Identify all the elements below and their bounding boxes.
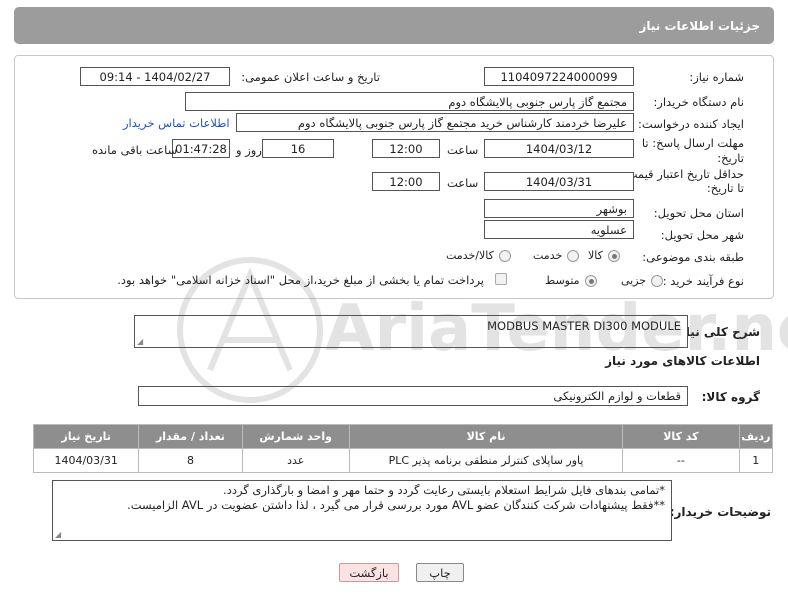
description-textarea[interactable]: MODBUS MASTER DI300 MODULE ◢ bbox=[134, 315, 688, 348]
category-option-goods[interactable]: کالا bbox=[588, 249, 620, 262]
purchase-minor-label: جزیی bbox=[621, 274, 647, 287]
buyer-notes-textarea[interactable]: *تمامی بندهای فایل شرایط استعلام بایستی … bbox=[52, 480, 672, 541]
category-label: طبقه بندی موضوعی: bbox=[642, 250, 744, 264]
purchase-minor-radio[interactable] bbox=[651, 274, 664, 287]
col-header-row: ردیف bbox=[738, 424, 774, 449]
col-header-unit: واحد شمارش bbox=[241, 424, 350, 449]
remaining-time-field[interactable]: 01:47:28 bbox=[172, 139, 230, 158]
category-service-label: خدمت bbox=[533, 249, 563, 262]
price-validity-date-field[interactable]: 1404/03/31 bbox=[484, 172, 634, 191]
delivery-province-label: استان محل تحویل: bbox=[653, 206, 744, 220]
cell-need-date: 1404/03/31 bbox=[32, 448, 140, 473]
cell-item-name: پاور ساپلای کنترلر منطقی برنامه پذیر PLC bbox=[348, 448, 624, 473]
announce-datetime-field[interactable]: 1404/02/27 - 09:14 bbox=[80, 67, 230, 86]
price-validity-time-field[interactable]: 12:00 bbox=[372, 172, 440, 191]
col-header-code: کد کالا bbox=[622, 424, 740, 449]
need-number-label: شماره نیاز: bbox=[689, 70, 744, 84]
table-row[interactable]: 1 -- پاور ساپلای کنترلر منطقی برنامه پذی… bbox=[32, 448, 774, 473]
buyer-contact-link[interactable]: اطلاعات تماس خریدار bbox=[123, 116, 230, 130]
reply-deadline-label-line2: تاریخ: bbox=[717, 151, 744, 165]
cell-row-number: 1 bbox=[738, 448, 774, 473]
items-table: ردیف کد کالا نام کالا واحد شمارش تعداد /… bbox=[32, 424, 774, 473]
reply-deadline-days-field[interactable]: 16 bbox=[262, 139, 334, 158]
buyer-notes-label: توضیحات خریدار: bbox=[669, 505, 771, 519]
description-text: MODBUS MASTER DI300 MODULE bbox=[487, 319, 681, 333]
requester-label: ایجاد کننده درخواست: bbox=[638, 117, 744, 131]
col-header-name: نام کالا bbox=[348, 424, 624, 449]
reply-deadline-time-label: ساعت bbox=[447, 143, 479, 157]
buyer-org-label: نام دستگاه خریدار: bbox=[653, 95, 744, 109]
purchase-option-minor[interactable]: جزیی bbox=[621, 274, 664, 287]
need-number-field[interactable]: 1104097224000099 bbox=[484, 67, 634, 86]
price-validity-label-line1: حداقل تاریخ اعتبار قیمت: bbox=[622, 167, 744, 181]
goods-group-field[interactable]: قطعات و لوازم الکترونیکی bbox=[138, 386, 688, 406]
category-goods-radio[interactable] bbox=[607, 249, 620, 262]
reply-deadline-date-field[interactable]: 1404/03/12 bbox=[484, 139, 634, 158]
reply-deadline-days-label: روز و bbox=[236, 143, 262, 157]
delivery-province-field[interactable]: بوشهر bbox=[484, 199, 634, 218]
category-both-label: کالا/خدمت bbox=[446, 249, 494, 262]
back-button[interactable]: بازگشت bbox=[339, 563, 399, 582]
cell-quantity: 8 bbox=[138, 448, 243, 473]
treasury-payment-note: پرداخت تمام یا بخشی از مبلغ خرید،از محل … bbox=[117, 273, 484, 287]
buyer-org-field[interactable]: مجتمع گاز پارس جنوبی پالایشگاه دوم bbox=[185, 92, 634, 111]
reply-deadline-time-field[interactable]: 12:00 bbox=[372, 139, 440, 158]
goods-section-title: اطلاعات کالاهای مورد نیاز bbox=[605, 354, 760, 368]
print-button[interactable]: چاپ bbox=[416, 563, 464, 582]
requester-field[interactable]: علیرضا خردمند کارشناس خرید مجتمع گاز پار… bbox=[236, 113, 634, 132]
purchase-option-medium[interactable]: متوسط bbox=[545, 274, 597, 287]
col-header-qty: تعداد / مقدار bbox=[138, 424, 243, 449]
page-title: جزئیات اطلاعات نیاز bbox=[639, 18, 760, 33]
items-table-wrapper: ردیف کد کالا نام کالا واحد شمارش تعداد /… bbox=[32, 424, 774, 473]
delivery-city-label: شهر محل تحویل: bbox=[660, 228, 744, 242]
cell-unit: عدد bbox=[241, 448, 350, 473]
category-goods-label: کالا bbox=[588, 249, 603, 262]
delivery-city-field[interactable]: عسلویه bbox=[484, 220, 634, 239]
category-service-radio[interactable] bbox=[567, 249, 580, 262]
items-table-header-row: ردیف کد کالا نام کالا واحد شمارش تعداد /… bbox=[32, 424, 774, 449]
purchase-medium-label: متوسط bbox=[545, 274, 580, 287]
goods-group-label: گروه کالا: bbox=[701, 390, 760, 404]
resize-grip-icon[interactable]: ◢ bbox=[137, 337, 143, 346]
purchase-type-label: نوع فرآیند خرید : bbox=[662, 274, 744, 288]
category-option-both[interactable]: کالا/خدمت bbox=[446, 249, 511, 262]
reply-deadline-label-line1: مهلت ارسال پاسخ: تا bbox=[641, 136, 744, 150]
buyer-notes-line2: **فقط پیشنهادات شرکت کنندگان عضو AVL مور… bbox=[127, 498, 665, 512]
price-validity-time-label: ساعت bbox=[447, 176, 479, 190]
purchase-medium-radio[interactable] bbox=[584, 274, 597, 287]
treasury-payment-checkbox[interactable] bbox=[495, 273, 507, 285]
price-validity-label-line2: تا تاریخ: bbox=[706, 181, 744, 195]
buyer-notes-line1: *تمامی بندهای فایل شرایط استعلام بایستی … bbox=[223, 483, 665, 497]
category-both-radio[interactable] bbox=[498, 249, 511, 262]
remaining-time-label: ساعت باقی مانده bbox=[92, 143, 178, 157]
page-header: جزئیات اطلاعات نیاز bbox=[14, 7, 774, 44]
cell-item-code: -- bbox=[622, 448, 740, 473]
category-option-service[interactable]: خدمت bbox=[533, 249, 580, 262]
notes-resize-grip-icon[interactable]: ◢ bbox=[55, 530, 61, 539]
announce-datetime-label: تاریخ و ساعت اعلان عمومی: bbox=[241, 70, 380, 84]
col-header-date: تاریخ نیاز bbox=[32, 424, 140, 449]
